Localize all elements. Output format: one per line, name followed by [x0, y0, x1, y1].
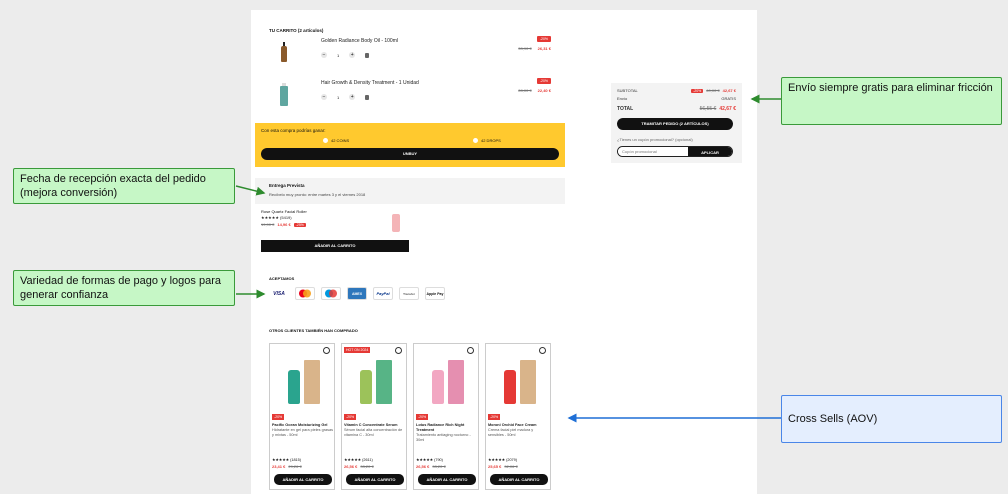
arrow-delivery: [235, 185, 266, 196]
annotation-arrows: [235, 94, 781, 423]
